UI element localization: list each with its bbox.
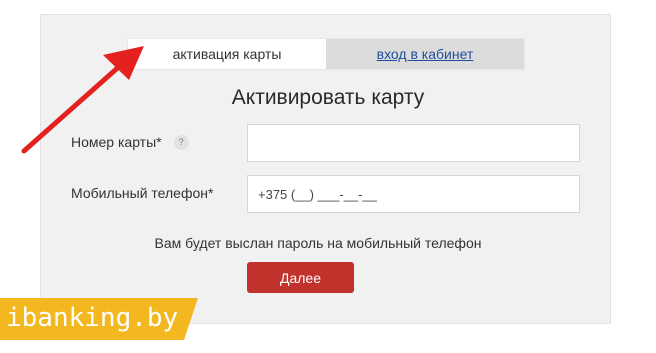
next-button[interactable]: Далее bbox=[247, 262, 354, 293]
form-title: Активировать карту bbox=[231, 86, 425, 109]
sms-notice: Вам будет выслан пароль на мобильный тел… bbox=[154, 235, 482, 251]
page: активация карты вход в кабинет Активиров… bbox=[0, 0, 656, 353]
card-number-label: Номер карты* bbox=[71, 134, 162, 150]
tab-cabinet-login[interactable]: вход в кабинет bbox=[326, 39, 524, 69]
tab-cabinet-login-label[interactable]: вход в кабинет bbox=[377, 46, 474, 62]
tab-card-activation[interactable]: активация карты bbox=[128, 39, 326, 69]
card-number-label-row: Номер карты* ? bbox=[71, 134, 189, 150]
watermark-text: ibanking.by bbox=[6, 303, 179, 333]
phone-input[interactable] bbox=[247, 175, 580, 213]
phone-label-row: Мобильный телефон* bbox=[71, 185, 213, 201]
tab-bar: активация карты вход в кабинет bbox=[128, 39, 524, 69]
tab-card-activation-label: активация карты bbox=[172, 46, 282, 62]
question-mark-icon[interactable]: ? bbox=[173, 134, 189, 150]
phone-label: Мобильный телефон* bbox=[71, 185, 214, 201]
card-number-input[interactable] bbox=[247, 124, 580, 162]
